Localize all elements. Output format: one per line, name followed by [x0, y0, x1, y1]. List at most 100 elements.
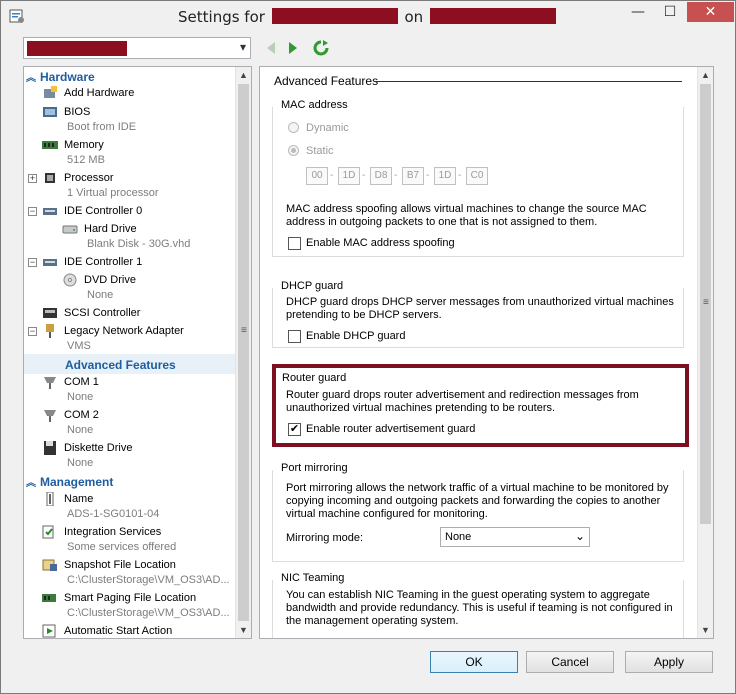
collapse-chevron-icon: ︽ — [26, 73, 36, 84]
router-guard-checkbox[interactable]: ✔ — [288, 423, 301, 436]
tree-item-bios[interactable]: BIOS Boot from IDE — [24, 104, 236, 133]
tree-item-diskette-drive[interactable]: Diskette Drive None — [24, 440, 236, 469]
dhcp-group-title: DHCP guard — [281, 280, 346, 292]
ok-button[interactable]: OK — [430, 651, 518, 673]
mirroring-mode-value: None — [445, 531, 472, 543]
mac-octet-1[interactable]: 00 — [306, 167, 328, 185]
tree-item-hard-drive[interactable]: Hard Drive Blank Disk - 30G.vhd — [24, 221, 236, 250]
tree-item-integration-services[interactable]: Integration Services Some services offer… — [24, 524, 236, 553]
router-group-title: Router guard — [282, 372, 347, 384]
refresh-icon[interactable] — [312, 39, 330, 57]
back-arrow-icon[interactable] — [262, 39, 280, 57]
management-section-header[interactable]: ︽ Management — [26, 474, 113, 490]
hardware-section-header[interactable]: ︽ Hardware — [26, 69, 95, 85]
integration-services-icon — [42, 525, 54, 539]
tree-item-snapshot-file-location[interactable]: Snapshot File Location C:\ClusterStorage… — [24, 557, 236, 586]
title-bar[interactable]: Settings for on — ☐ ✕ — [1, 1, 735, 33]
scroll-down-icon[interactable]: ▼ — [236, 622, 251, 638]
scroll-up-icon[interactable]: ▲ — [236, 67, 251, 83]
tree-scrollbar[interactable]: ▲ ≡ ▼ — [235, 67, 251, 638]
mac-octet-5[interactable]: 1D — [434, 167, 456, 185]
tree-item-ide-controller-0[interactable]: − IDE Controller 0 — [24, 203, 236, 221]
tree-item-advanced-features[interactable]: Advanced Features — [24, 356, 236, 374]
title-divider — [374, 81, 682, 82]
chevron-down-icon: ▾ — [239, 40, 246, 54]
dhcp-guard-label: Enable DHCP guard — [306, 330, 406, 342]
mirroring-group-title: Port mirroring — [281, 462, 350, 474]
auto-start-icon — [42, 624, 56, 638]
scroll-up-icon[interactable]: ▲ — [698, 67, 713, 83]
scroll-grip-icon: ≡ — [703, 297, 709, 308]
processor-icon — [45, 173, 55, 183]
mac-group-title: MAC address — [281, 99, 350, 111]
cancel-button[interactable]: Cancel — [526, 651, 614, 673]
dynamic-mac-radio[interactable] — [288, 122, 299, 133]
tree-scroll-thumb[interactable] — [238, 84, 249, 621]
dhcp-guard-checkbox[interactable] — [288, 330, 301, 343]
name-icon — [46, 492, 54, 506]
settings-window: Settings for on — ☐ ✕ ▾ ︽ Hardware Add Ha… — [0, 0, 736, 694]
tree-item-automatic-start-action[interactable]: Automatic Start Action — [24, 623, 236, 638]
tree-item-scsi-controller[interactable]: SCSI Controller — [24, 305, 236, 323]
collapse-minus-icon[interactable]: − — [28, 258, 37, 267]
dhcp-guard-description: DHCP guard drops DHCP server messages fr… — [286, 296, 674, 321]
memory-icon — [42, 141, 58, 149]
router-guard-description: Router guard drops router advertisement … — [286, 389, 639, 414]
port-mirroring-description: Port mirroring allows the network traffi… — [286, 482, 669, 520]
tree-item-processor[interactable]: + Processor 1 Virtual processor — [24, 170, 236, 199]
bios-icon — [43, 107, 57, 117]
expand-plus-icon[interactable]: + — [28, 174, 37, 183]
mirroring-mode-dropdown[interactable]: None ⌄ — [440, 527, 590, 547]
scroll-down-icon[interactable]: ▼ — [698, 622, 713, 638]
mac-octet-6[interactable]: C0 — [466, 167, 488, 185]
advanced-features-panel: Advanced Features MAC address Dynamic St… — [259, 66, 714, 639]
panel-scrollbar[interactable]: ▲ ≡ ▼ — [697, 67, 713, 638]
redacted-vm-name — [271, 8, 398, 24]
tree-item-ide-controller-1[interactable]: − IDE Controller 1 — [24, 254, 236, 272]
dvd-drive-icon — [63, 273, 77, 287]
com-port-icon — [44, 377, 56, 389]
apply-button[interactable]: Apply — [625, 651, 713, 673]
tree-item-dvd-drive[interactable]: DVD Drive None — [24, 272, 236, 301]
scroll-grip-icon: ≡ — [241, 325, 247, 336]
close-button[interactable]: ✕ — [687, 2, 734, 22]
static-mac-label: Static — [306, 145, 334, 157]
settings-tree: ︽ Hardware Add Hardware BIOS Boot from ID… — [23, 66, 252, 639]
redacted-vm-selection — [27, 41, 127, 56]
teaming-group-title: NIC Teaming — [281, 572, 347, 584]
static-mac-radio[interactable] — [288, 145, 299, 156]
mac-octet-2[interactable]: 1D — [338, 167, 360, 185]
network-adapter-icon — [46, 324, 54, 338]
tree-item-name[interactable]: Name ADS-1-SG0101-04 — [24, 491, 236, 520]
hard-drive-icon — [62, 225, 78, 234]
collapse-minus-icon[interactable]: − — [28, 327, 37, 336]
ide-controller-icon — [43, 259, 57, 266]
mac-octet-4[interactable]: B7 — [402, 167, 424, 185]
tree-item-legacy-network-adapter[interactable]: − Legacy Network Adapter VMS — [24, 323, 236, 352]
tree-item-com-1[interactable]: COM 1 None — [24, 374, 236, 403]
mac-spoofing-checkbox[interactable] — [288, 237, 301, 250]
vm-selector-dropdown[interactable]: ▾ — [23, 37, 251, 59]
collapse-minus-icon[interactable]: − — [28, 207, 37, 216]
tree-item-memory[interactable]: Memory 512 MB — [24, 137, 236, 166]
forward-arrow-icon[interactable] — [284, 39, 302, 57]
title-prefix: Settings for — [178, 8, 265, 26]
com-port-icon — [44, 410, 56, 422]
scsi-controller-icon — [43, 308, 57, 318]
dynamic-mac-label: Dynamic — [306, 122, 349, 134]
redacted-host-name — [429, 8, 556, 24]
mac-octet-3[interactable]: D8 — [370, 167, 392, 185]
mac-spoofing-description: MAC address spoofing allows virtual mach… — [286, 203, 647, 228]
tree-item-com-2[interactable]: COM 2 None — [24, 407, 236, 436]
maximize-button[interactable]: ☐ — [654, 2, 686, 22]
title-middle: on — [404, 8, 424, 26]
ide-controller-icon — [43, 208, 57, 215]
snapshot-icon — [42, 559, 57, 571]
panel-title: Advanced Features — [274, 74, 379, 88]
smart-paging-icon — [42, 594, 56, 602]
chevron-down-icon: ⌄ — [574, 529, 585, 543]
tree-item-smart-paging-file-location[interactable]: Smart Paging File Location C:\ClusterSto… — [24, 590, 236, 619]
collapse-chevron-icon: ︽ — [26, 478, 36, 489]
tree-item-add-hardware[interactable]: Add Hardware — [24, 85, 236, 103]
minimize-button[interactable]: — — [622, 2, 654, 22]
